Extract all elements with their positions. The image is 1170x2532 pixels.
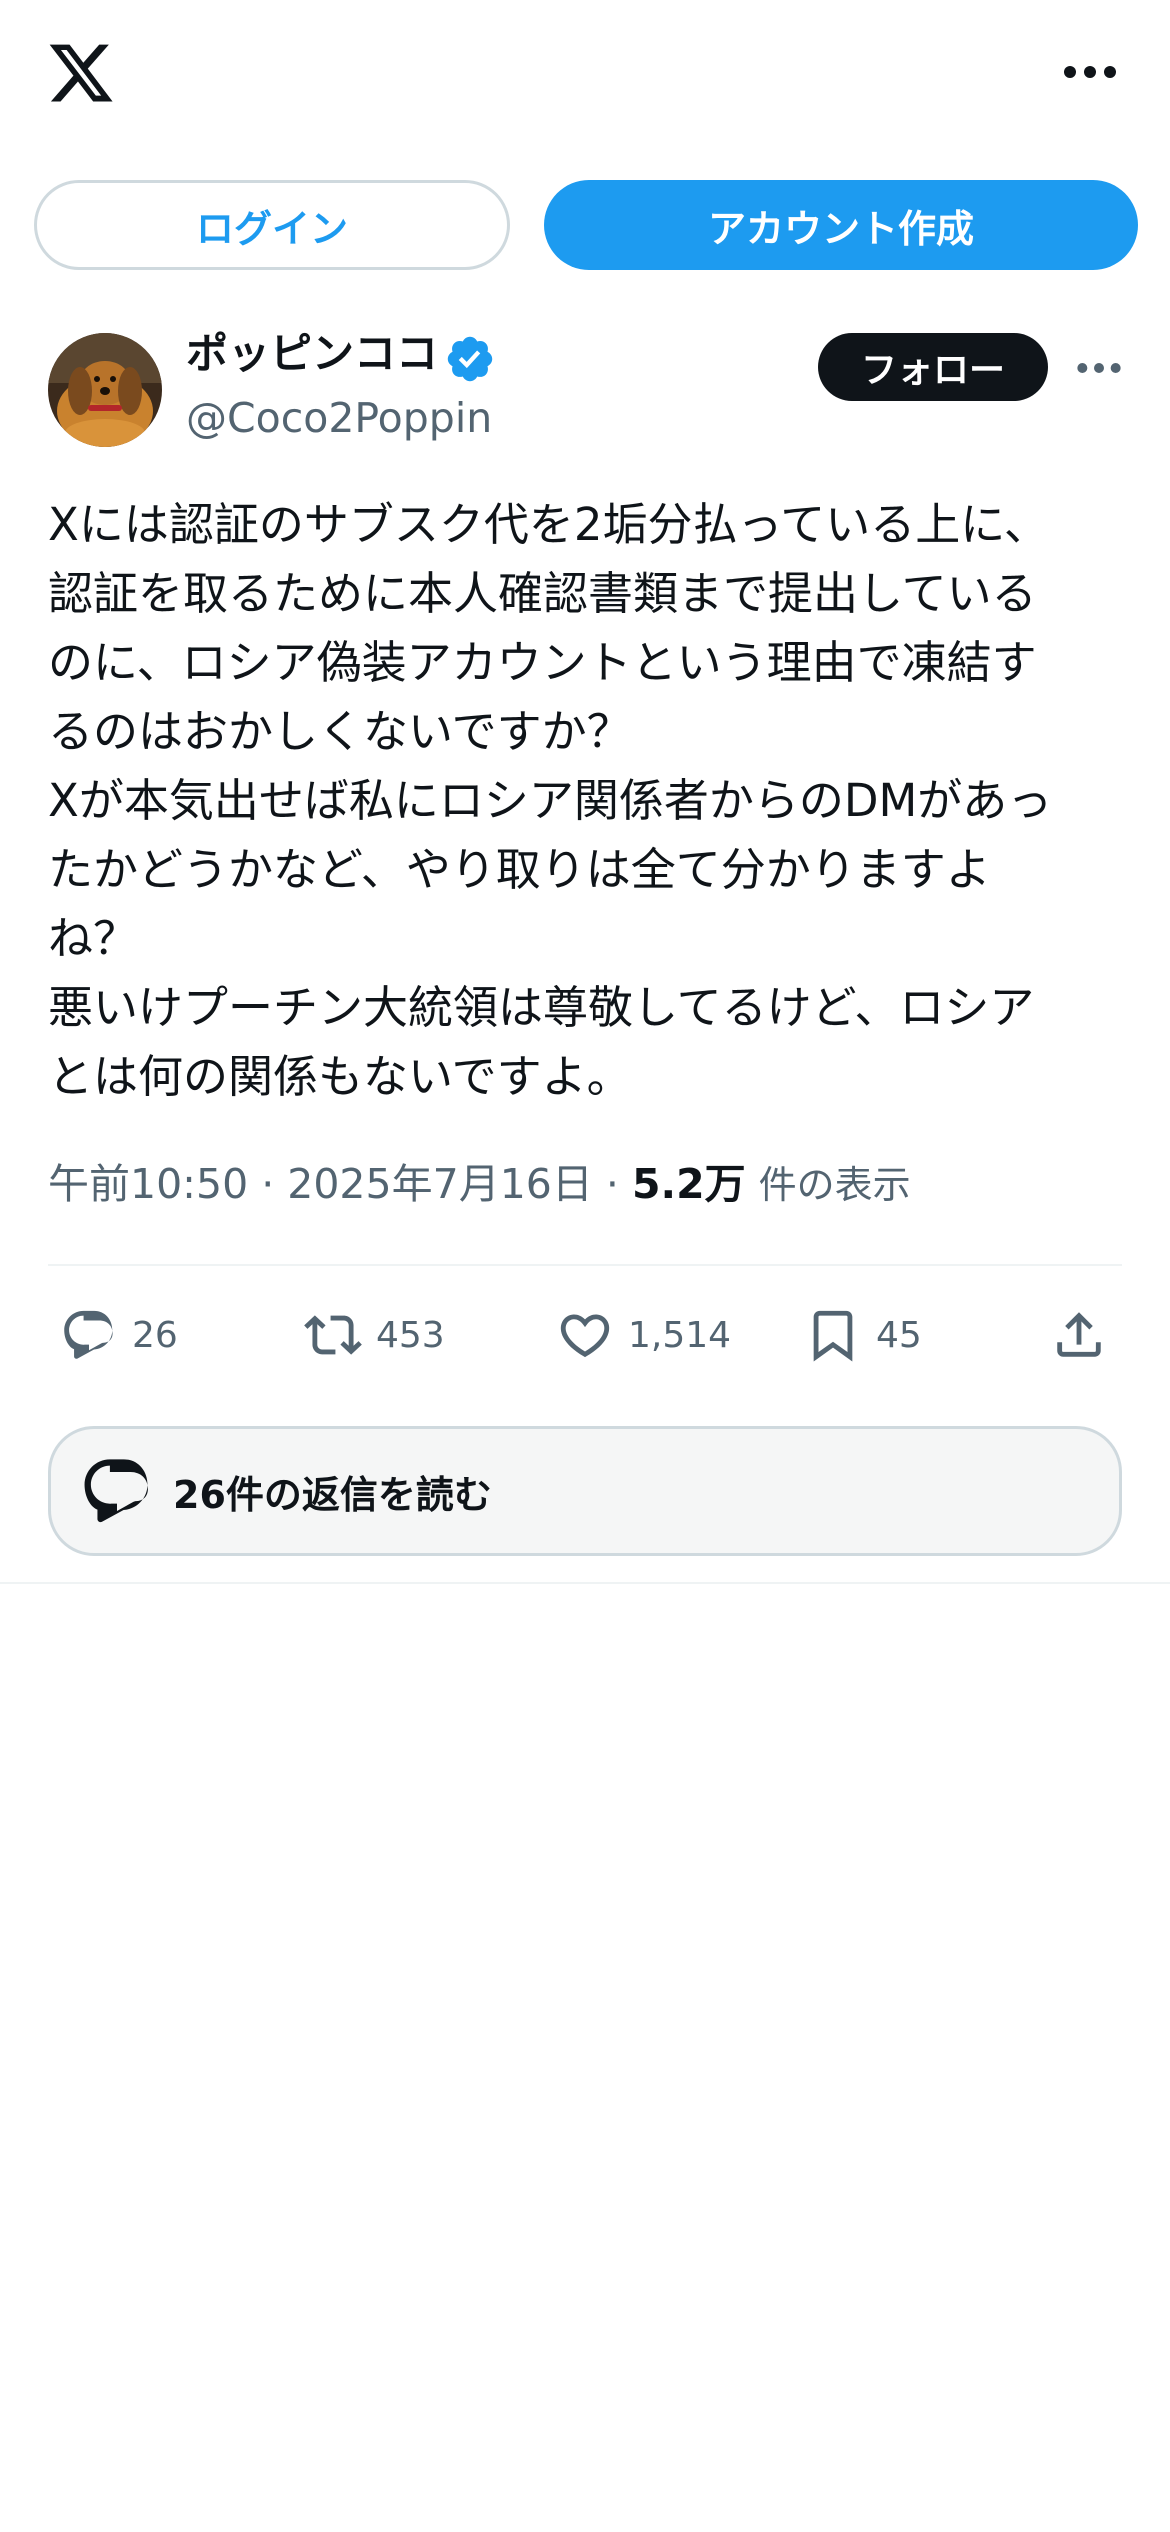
post-text-line: るのはおかしくないですか？ <box>48 705 632 758</box>
post-text-line: たかどうかなど、やり取りは全て分かりますよ <box>48 843 991 896</box>
post-text-line: ね？ <box>48 912 139 965</box>
bookmark-button[interactable]: 45 <box>804 1300 922 1370</box>
retweet-count: 453 <box>376 1314 445 1356</box>
reply-count: 26 <box>132 1314 178 1356</box>
post-date[interactable]: 2025年7月16日 <box>287 1160 593 1208</box>
replies-bubble-icon <box>79 1453 155 1529</box>
read-replies-label: 26件の返信を読む <box>173 1472 492 1517</box>
post-text-line: のに、ロシア偽装アカウントという理由で凍結す <box>48 636 1037 689</box>
login-button[interactable]: ログイン <box>34 180 510 270</box>
x-logo-icon[interactable] <box>46 38 116 108</box>
post-text-line: とは何の関係もないですよ。 <box>48 1050 632 1103</box>
post-text-line: Xには認証のサブスク代を2垢分払っている上に、 <box>48 498 1049 551</box>
post-text-line: 認証を取るために本人確認書類まで提出している <box>48 567 1037 620</box>
bookmark-icon <box>804 1306 862 1364</box>
more-horizontal-icon[interactable] <box>1060 52 1120 92</box>
author-display-name[interactable]: ポッピンココ <box>186 326 438 382</box>
meta-separator: · <box>248 1160 288 1208</box>
heart-icon <box>556 1306 614 1364</box>
verified-badge-icon <box>444 333 496 385</box>
post-metadata: 午前10:50 · 2025年7月16日 · 5.2万 件の表示 <box>48 1154 911 1214</box>
post-time[interactable]: 午前10:50 <box>48 1160 248 1208</box>
retweet-button[interactable]: 453 <box>304 1300 445 1370</box>
follow-button[interactable]: フォロー <box>818 333 1048 401</box>
share-button[interactable] <box>1050 1300 1108 1370</box>
author-handle[interactable]: @Coco2Poppin <box>186 390 492 446</box>
reply-icon <box>60 1306 118 1364</box>
divider <box>0 1582 1170 1584</box>
avatar[interactable] <box>48 333 162 447</box>
views-label: 件の表示 <box>758 1163 911 1207</box>
top-bar <box>0 0 1170 150</box>
retweet-icon <box>304 1306 362 1364</box>
like-count: 1,514 <box>628 1314 732 1356</box>
views-count: 5.2万 <box>631 1160 746 1208</box>
post-text-line: 悪いけプーチン大統領は尊敬してるけど、ロシア <box>48 981 1035 1034</box>
create-account-button[interactable]: アカウント作成 <box>544 180 1138 270</box>
post-text-line: Xが本気出せば私にロシア関係者からのDMがあっ <box>48 774 1053 827</box>
reply-button[interactable]: 26 <box>60 1300 178 1370</box>
post-more-icon[interactable] <box>1074 350 1124 386</box>
like-button[interactable]: 1,514 <box>556 1300 731 1370</box>
read-replies-button[interactable]: 26件の返信を読む <box>48 1426 1122 1556</box>
divider <box>48 1264 1122 1266</box>
share-icon <box>1050 1306 1108 1364</box>
post-text: Xには認証のサブスク代を2垢分払っている上に、 認証を取るために本人確認書類まで… <box>48 490 1128 1111</box>
meta-separator: · <box>592 1160 632 1208</box>
bookmark-count: 45 <box>876 1314 922 1356</box>
